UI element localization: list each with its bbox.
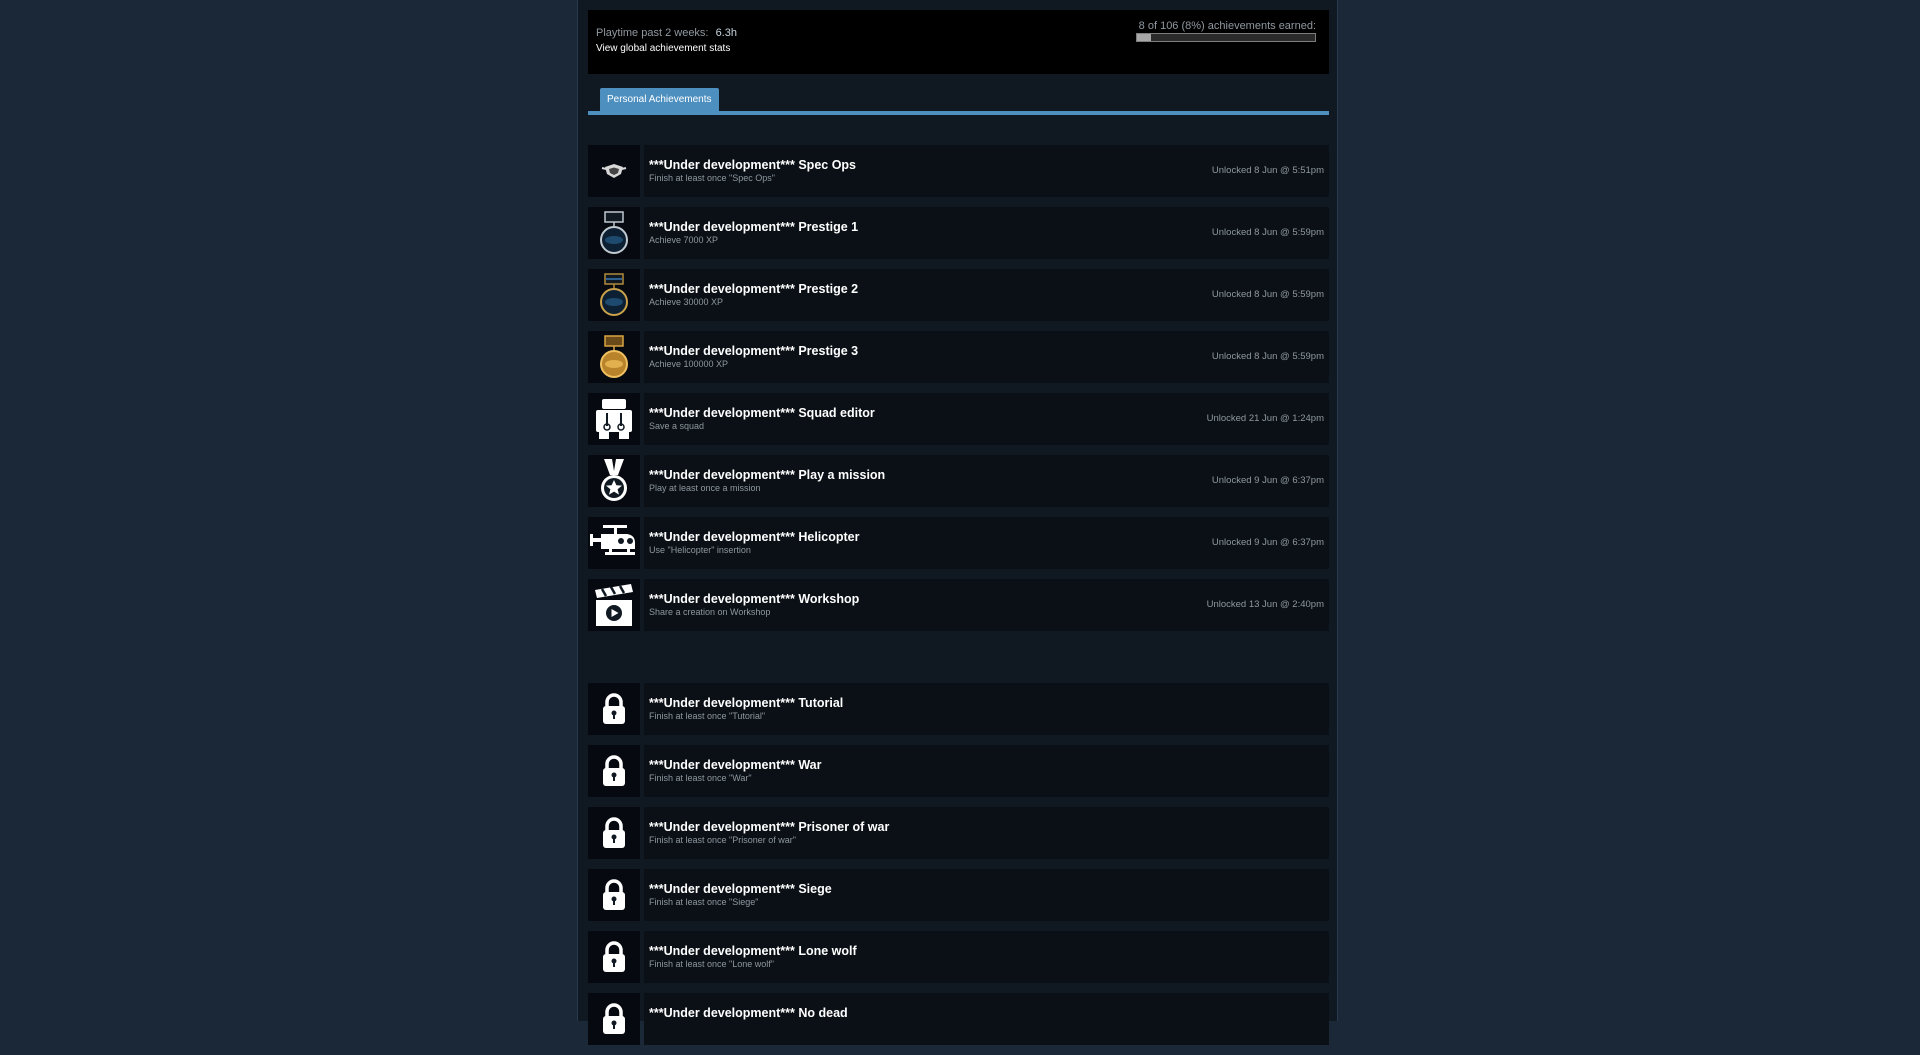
unlock-time: Unlocked 8 Jun @ 5:59pm	[1211, 227, 1324, 238]
achievement-text: ***Under development*** Squad editor Save…	[644, 393, 1329, 445]
prestige-1-medal-icon	[588, 207, 640, 259]
lock-icon	[588, 993, 640, 1045]
achievement-row: ***Under development*** Spec Ops Finish a…	[588, 145, 1329, 197]
achievement-description: Finish at least once "Prisoner of war"	[649, 835, 796, 845]
achievement-row: ***Under development*** No dead	[588, 993, 1329, 1045]
achievement-row: ***Under development*** War Finish at lea…	[588, 745, 1329, 797]
lock-icon	[588, 807, 640, 859]
achievement-text: ***Under development*** Siege Finish at l…	[644, 869, 1329, 921]
tab-underline	[588, 111, 1329, 115]
achievements-earned-label: 8 of 106 (8%) achievements earned:	[1138, 20, 1316, 32]
achievement-title: ***Under development*** Play a mission	[649, 468, 886, 482]
lock-icon	[588, 745, 640, 797]
achievement-title: ***Under development*** Prestige 1	[649, 220, 859, 234]
achievement-text: ***Under development*** Play a mission Pl…	[644, 455, 1329, 507]
achievement-title: ***Under development*** Prisoner of war	[649, 820, 890, 834]
lock-icon	[588, 931, 640, 983]
achievement-title: ***Under development*** Tutorial	[649, 696, 844, 710]
achievement-title: ***Under development*** Prestige 2	[649, 282, 859, 296]
achievement-description: Finish at least once "Tutorial"	[649, 711, 766, 721]
achievement-row: ***Under development*** Prisoner of war F…	[588, 807, 1329, 859]
achievement-description: Use "Helicopter" insertion	[649, 545, 751, 555]
achievement-text: ***Under development*** Prestige 3 Achiev…	[644, 331, 1329, 383]
prestige-2-medal-icon	[588, 269, 640, 321]
achievement-text: ***Under development*** Prestige 1 Achiev…	[644, 207, 1329, 259]
global-stats-link[interactable]: View global achievement stats	[596, 43, 730, 54]
achievement-row: ***Under development*** Prestige 1 Achiev…	[588, 207, 1329, 259]
achievement-description: Share a creation on Workshop	[649, 607, 771, 617]
unlock-time: Unlocked 8 Jun @ 5:51pm	[1211, 165, 1324, 176]
achievement-description: Achieve 7000 XP	[649, 235, 719, 245]
achievement-text: ***Under development*** Tutorial Finish a…	[644, 683, 1329, 735]
achievement-title: ***Under development*** Squad editor	[649, 406, 875, 420]
achievement-description: Achieve 30000 XP	[649, 297, 724, 307]
tab-bar: Personal Achievements	[588, 88, 1329, 116]
achievement-summary: Playtime past 2 weeks: 6.3h View global …	[588, 10, 1329, 74]
achievement-text: ***Under development*** Prisoner of war F…	[644, 807, 1329, 859]
achievement-row: ***Under development*** Tutorial Finish a…	[588, 683, 1329, 735]
spec-ops-emblem-icon	[588, 145, 640, 197]
unlock-time: Unlocked 21 Jun @ 1:24pm	[1206, 413, 1324, 424]
achievement-text: ***Under development*** Helicopter Use "H…	[644, 517, 1329, 569]
locked-achievements-list: ***Under development*** Tutorial Finish a…	[588, 683, 1329, 1055]
achievement-title: ***Under development*** No dead	[649, 1006, 848, 1020]
achievement-text: ***Under development*** Workshop Share a …	[644, 579, 1329, 631]
prestige-3-medal-icon	[588, 331, 640, 383]
unlocked-achievements-list: ***Under development*** Spec Ops Finish a…	[588, 145, 1329, 641]
unlock-time: Unlocked 8 Jun @ 5:59pm	[1211, 351, 1324, 362]
achievement-title: ***Under development*** Workshop	[649, 592, 860, 606]
achievement-title: ***Under development*** Prestige 3	[649, 344, 859, 358]
achievement-row: ***Under development*** Helicopter Use "H…	[588, 517, 1329, 569]
achievement-text: ***Under development*** No dead	[644, 993, 1329, 1045]
unlock-time: Unlocked 9 Jun @ 6:37pm	[1211, 475, 1324, 486]
achievement-title: ***Under development*** Helicopter	[649, 530, 860, 544]
achievements-content: Playtime past 2 weeks: 6.3h View global …	[577, 0, 1338, 1045]
unlock-time: Unlocked 13 Jun @ 2:40pm	[1206, 599, 1324, 610]
lock-icon	[588, 869, 640, 921]
achievement-row: ***Under development*** Siege Finish at l…	[588, 869, 1329, 921]
achievement-progress-bar	[1136, 33, 1316, 42]
achievement-row: ***Under development*** Lone wolf Finish …	[588, 931, 1329, 983]
helicopter-icon	[588, 517, 640, 569]
achievement-text: ***Under development*** Prestige 2 Achiev…	[644, 269, 1329, 321]
clapperboard-icon	[588, 579, 640, 631]
achievement-row: ***Under development*** Prestige 2 Achiev…	[588, 269, 1329, 321]
achievement-text: ***Under development*** War Finish at lea…	[644, 745, 1329, 797]
lock-icon	[588, 683, 640, 735]
achievement-row: ***Under development*** Play a mission Pl…	[588, 455, 1329, 507]
achievement-progress-fill	[1137, 34, 1152, 41]
achievement-description: Save a squad	[649, 421, 705, 431]
achievement-row: ***Under development*** Workshop Share a …	[588, 579, 1329, 631]
achievement-description: Play at least once a mission	[649, 483, 761, 493]
achievement-row: ***Under development*** Prestige 3 Achiev…	[588, 331, 1329, 383]
achievement-title: ***Under development*** Lone wolf	[649, 944, 857, 958]
playtime-label: Playtime past 2 weeks:	[596, 27, 709, 39]
achievement-description: Finish at least once "Lone wolf"	[649, 959, 774, 969]
achievement-title: ***Under development*** Siege	[649, 882, 832, 896]
unlock-time: Unlocked 9 Jun @ 6:37pm	[1211, 537, 1324, 548]
achievement-title: ***Under development*** Spec Ops	[649, 158, 857, 172]
squad-editor-icon	[588, 393, 640, 445]
playtime-value: 6.3h	[715, 27, 737, 39]
unlock-time: Unlocked 8 Jun @ 5:59pm	[1211, 289, 1324, 300]
tab-personal-achievements[interactable]: Personal Achievements	[600, 88, 719, 111]
achievement-text: ***Under development*** Spec Ops Finish a…	[644, 145, 1329, 197]
achievement-description: Finish at least once "Spec Ops"	[649, 173, 775, 183]
achievement-description: Finish at least once "Siege"	[649, 897, 759, 907]
achievement-description: Achieve 100000 XP	[649, 359, 729, 369]
star-medal-icon	[588, 455, 640, 507]
achievement-text: ***Under development*** Lone wolf Finish …	[644, 931, 1329, 983]
achievement-description: Finish at least once "War"	[649, 773, 752, 783]
achievement-title: ***Under development*** War	[649, 758, 822, 772]
playtime: Playtime past 2 weeks: 6.3h	[596, 27, 737, 39]
achievement-row: ***Under development*** Squad editor Save…	[588, 393, 1329, 445]
